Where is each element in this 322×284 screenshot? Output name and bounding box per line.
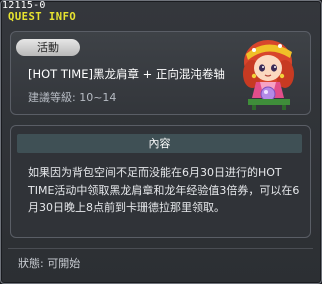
quest-id: 12115-0 bbox=[2, 0, 46, 11]
divider bbox=[8, 248, 313, 249]
content-header: 內容 bbox=[17, 134, 302, 153]
quest-name: [HOT TIME]黑龙肩章 + 正向混沌卷轴 bbox=[28, 67, 225, 81]
quest-description: 如果因为背包空间不足而没能在6月30日进行的HOT TIME活动中领取黑龙肩章和… bbox=[28, 166, 300, 214]
quest-status: 狀態: 可開始 bbox=[18, 257, 81, 270]
event-badge: 活動 bbox=[16, 39, 80, 56]
window-title[interactable]: QUEST INFO bbox=[8, 11, 76, 23]
level-requirement: 建議等級: 10~14 bbox=[28, 91, 117, 104]
npc-portrait-icon bbox=[243, 40, 294, 110]
